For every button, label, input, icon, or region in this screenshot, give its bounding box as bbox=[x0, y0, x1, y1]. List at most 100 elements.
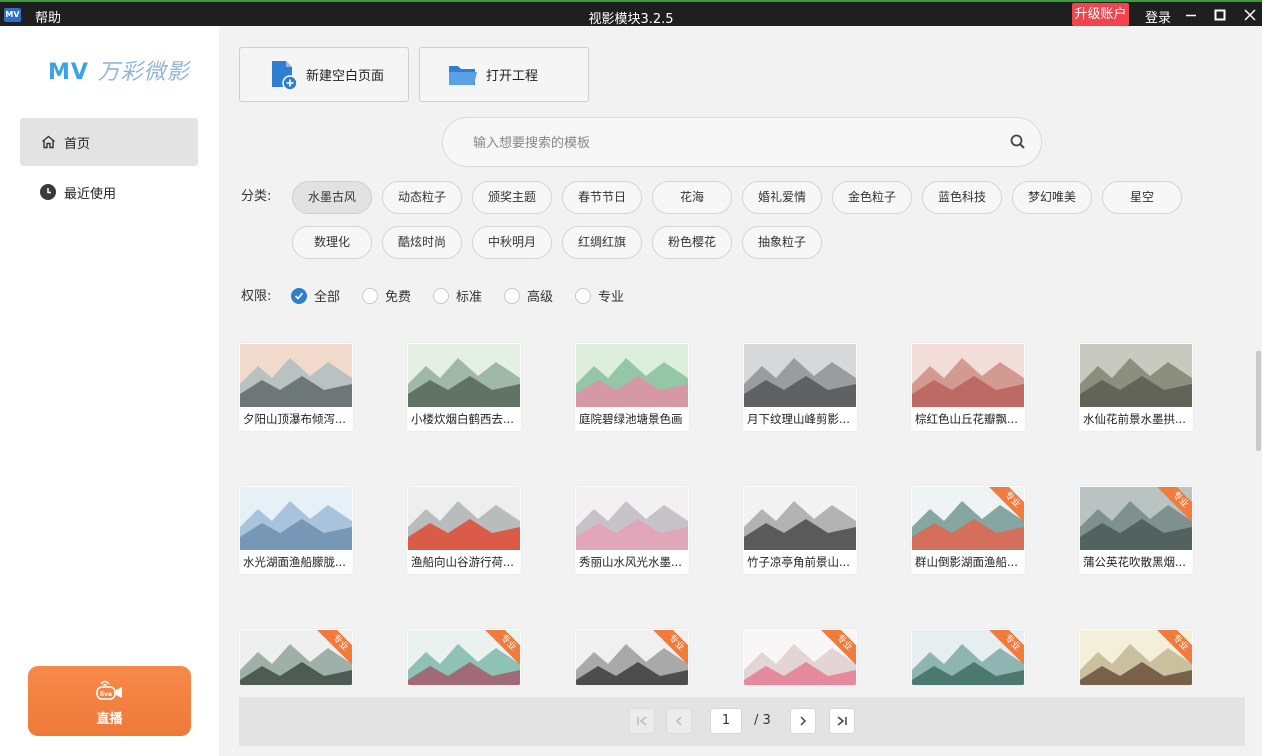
live-label: 直播 bbox=[96, 712, 123, 727]
category-chip[interactable]: 酷炫时尚 bbox=[382, 226, 462, 259]
sidebar-item-label: 最近使用 bbox=[64, 186, 117, 202]
main-panel: 新建空白页面 打开工程 分类: 水墨古风动态粒子颁奖主题春节节日花海婚礼爱情金色… bbox=[219, 26, 1262, 756]
template-card[interactable]: 专业 bbox=[239, 629, 353, 685]
permission-radio[interactable]: 高级 bbox=[504, 286, 553, 305]
template-card[interactable]: 月下纹理山峰剪影... bbox=[743, 343, 857, 431]
radio-unchecked-icon[interactable] bbox=[575, 287, 591, 304]
template-thumbnail bbox=[1080, 344, 1192, 407]
permission-radio[interactable]: 全部 bbox=[291, 286, 340, 305]
template-thumbnail bbox=[240, 344, 352, 407]
sidebar-item-label: 首页 bbox=[64, 136, 91, 152]
maximize-icon[interactable] bbox=[1209, 4, 1231, 26]
template-title: 群山倒影湖面渔船... bbox=[915, 555, 1018, 569]
search-input[interactable] bbox=[473, 132, 973, 154]
template-card[interactable]: 秀丽山水风光水墨... bbox=[575, 486, 689, 574]
category-chip[interactable]: 中秋明月 bbox=[472, 226, 552, 259]
open-project-button[interactable]: 打开工程 bbox=[419, 47, 589, 102]
category-chip[interactable]: 动态粒子 bbox=[382, 181, 462, 214]
template-card[interactable]: 专业 bbox=[1079, 629, 1193, 685]
first-page-icon[interactable] bbox=[629, 708, 655, 734]
previous-page-icon[interactable] bbox=[666, 708, 692, 734]
category-chip[interactable]: 粉色樱花 bbox=[652, 226, 732, 259]
search-icon[interactable] bbox=[1009, 133, 1027, 151]
template-thumbnail bbox=[576, 344, 688, 407]
template-card[interactable]: 专业 bbox=[575, 629, 689, 685]
template-thumbnail bbox=[912, 344, 1024, 407]
template-card[interactable]: 渔船向山谷游行荷... bbox=[407, 486, 521, 574]
template-title: 月下纹理山峰剪影... bbox=[747, 412, 850, 426]
template-card[interactable]: 夕阳山顶瀑布倾泻... bbox=[239, 343, 353, 431]
template-card[interactable]: 水仙花前景水墨拱... bbox=[1079, 343, 1193, 431]
radio-unchecked-icon[interactable] bbox=[504, 287, 520, 304]
close-icon[interactable] bbox=[1239, 4, 1261, 26]
radio-unchecked-icon[interactable] bbox=[362, 287, 378, 304]
category-chip[interactable]: 金色粒子 bbox=[832, 181, 912, 214]
radio-label: 标准 bbox=[456, 290, 483, 305]
live-icon: live bbox=[96, 680, 122, 700]
template-thumbnail: 专业 bbox=[1080, 630, 1192, 685]
vertical-scrollbar[interactable] bbox=[1256, 351, 1261, 451]
template-card[interactable]: 专业 bbox=[743, 629, 857, 685]
category-chip[interactable]: 星空 bbox=[1102, 181, 1182, 214]
radio-label: 全部 bbox=[314, 290, 341, 305]
category-chip[interactable]: 水墨古风 bbox=[292, 181, 372, 214]
template-title: 庭院碧绿池塘景色画 bbox=[579, 412, 683, 426]
category-chip[interactable]: 颁奖主题 bbox=[472, 181, 552, 214]
radio-checked-icon[interactable] bbox=[291, 287, 307, 304]
category-chip[interactable]: 花海 bbox=[652, 181, 732, 214]
category-chip[interactable]: 数理化 bbox=[292, 226, 372, 259]
template-title: 棕红色山丘花瓣飘... bbox=[915, 412, 1018, 426]
template-card[interactable]: 专业 蒲公英花吹散黑烟... bbox=[1079, 486, 1193, 574]
template-title: 渔船向山谷游行荷... bbox=[411, 555, 514, 569]
template-title: 夕阳山顶瀑布倾泻... bbox=[243, 412, 346, 426]
brand-mv: MV bbox=[48, 60, 89, 85]
live-icon-text: live bbox=[100, 691, 112, 698]
permission-radio[interactable]: 专业 bbox=[575, 286, 624, 305]
template-card[interactable]: 专业 群山倒影湖面渔船... bbox=[911, 486, 1025, 574]
category-chip[interactable]: 春节节日 bbox=[562, 181, 642, 214]
live-button[interactable]: live 直播 bbox=[28, 666, 191, 736]
last-page-icon[interactable] bbox=[829, 708, 855, 734]
title-bar-accent-line bbox=[0, 0, 1262, 2]
radio-label: 专业 bbox=[598, 290, 625, 305]
template-card[interactable]: 棕红色山丘花瓣飘... bbox=[911, 343, 1025, 431]
template-thumbnail: 专业 bbox=[576, 630, 688, 685]
category-chip[interactable]: 抽象粒子 bbox=[742, 226, 822, 259]
permission-radio[interactable]: 标准 bbox=[433, 286, 482, 305]
page-number-input[interactable]: 1 bbox=[710, 708, 742, 734]
brand-name: 万彩微影 bbox=[97, 60, 190, 85]
permission-radio[interactable]: 免费 bbox=[362, 286, 411, 305]
template-title: 蒲公英花吹散黑烟... bbox=[1083, 555, 1186, 569]
template-thumbnail: 专业 bbox=[408, 630, 520, 685]
new-blank-page-button[interactable]: 新建空白页面 bbox=[239, 47, 409, 102]
template-card[interactable]: 庭院碧绿池塘景色画 bbox=[575, 343, 689, 431]
category-chip[interactable]: 蓝色科技 bbox=[922, 181, 1002, 214]
home-icon bbox=[40, 134, 56, 150]
upgrade-account-button[interactable]: 升级账户 bbox=[1072, 3, 1129, 26]
template-thumbnail: 专业 bbox=[744, 630, 856, 685]
template-card[interactable]: 小楼炊烟白鹤西去... bbox=[407, 343, 521, 431]
template-card[interactable]: 专业 bbox=[911, 629, 1025, 685]
search-box bbox=[442, 117, 1042, 167]
clock-icon bbox=[40, 184, 56, 200]
radio-unchecked-icon[interactable] bbox=[433, 287, 449, 304]
template-title: 秀丽山水风光水墨... bbox=[579, 555, 682, 569]
template-title: 水光湖面渔船朦胧... bbox=[243, 555, 346, 569]
minimize-icon[interactable] bbox=[1180, 4, 1202, 26]
radio-label: 免费 bbox=[385, 290, 412, 305]
menu-help[interactable]: 帮助 bbox=[35, 7, 61, 26]
login-button[interactable]: 登录 bbox=[1145, 7, 1171, 26]
category-chip[interactable]: 红绸红旗 bbox=[562, 226, 642, 259]
next-page-icon[interactable] bbox=[790, 708, 816, 734]
category-chip[interactable]: 婚礼爱情 bbox=[742, 181, 822, 214]
template-card[interactable]: 专业 bbox=[407, 629, 521, 685]
app-icon: MV bbox=[4, 8, 21, 22]
template-card[interactable]: 水光湖面渔船朦胧... bbox=[239, 486, 353, 574]
category-chip[interactable]: 梦幻唯美 bbox=[1012, 181, 1092, 214]
sidebar-item-recent[interactable]: 最近使用 bbox=[20, 168, 198, 216]
template-card[interactable]: 竹子凉亭角前景山... bbox=[743, 486, 857, 574]
permission-label: 权限: bbox=[241, 289, 272, 304]
brand-logo: MV 万彩微影 bbox=[48, 54, 190, 86]
page-total: / 3 bbox=[754, 713, 771, 728]
sidebar-item-home[interactable]: 首页 bbox=[20, 118, 198, 166]
